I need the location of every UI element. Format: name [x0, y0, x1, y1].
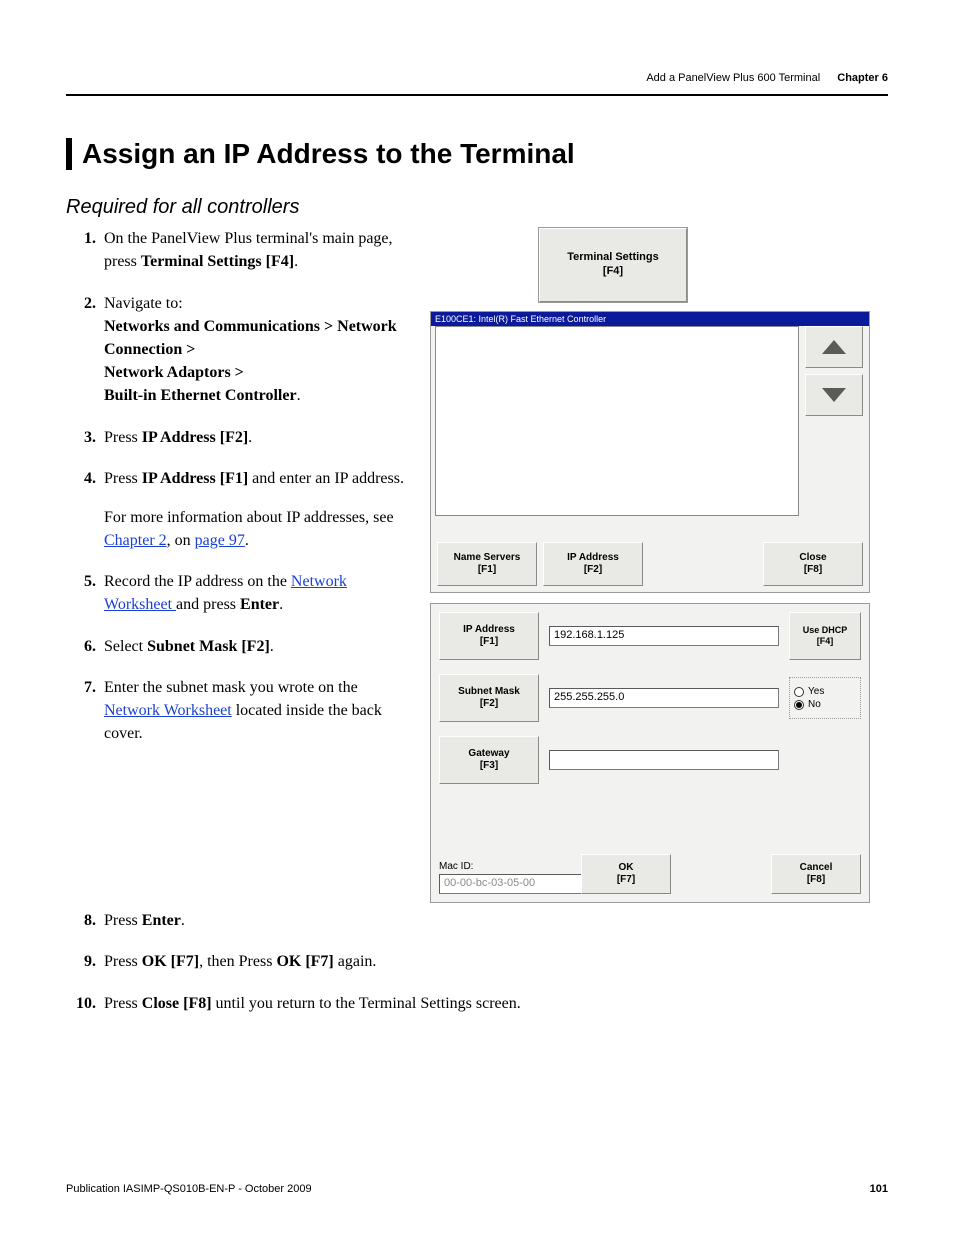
page-97-link[interactable]: page 97: [195, 532, 245, 549]
steps-list-continued: Press Enter. Press OK [F7], then Press O…: [66, 909, 888, 1015]
arrow-up-icon: [822, 340, 846, 354]
ip-address-f1-button[interactable]: IP Address[F1]: [439, 612, 539, 660]
step-4: Press IP Address [F1] and enter an IP ad…: [66, 467, 406, 553]
network-worksheet-link-2[interactable]: Network Worksheet: [104, 702, 232, 719]
page-title: Assign an IP Address to the Terminal: [82, 138, 575, 170]
cancel-f8-button[interactable]: Cancel[F8]: [771, 854, 861, 894]
chapter-2-link[interactable]: Chapter 2: [104, 532, 167, 549]
step-2: Navigate to: Networks and Communications…: [66, 292, 406, 408]
step-3: Press IP Address [F2].: [66, 426, 406, 449]
radio-checked-icon: [794, 700, 804, 710]
page-footer: Publication IASIMP-QS010B-EN-P - October…: [66, 1183, 888, 1195]
ok-f7-button[interactable]: OK[F7]: [581, 854, 671, 894]
arrow-down-icon: [822, 388, 846, 402]
step-1: On the PanelView Plus terminal's main pa…: [66, 227, 406, 273]
scroll-down-button[interactable]: [805, 374, 863, 416]
close-f8-button[interactable]: Close[F8]: [763, 542, 863, 586]
screenshots-column: Terminal Settings [F4] E100CE1: Intel(R)…: [430, 227, 888, 903]
publication-id: Publication IASIMP-QS010B-EN-P - October…: [66, 1183, 312, 1195]
subnet-mask-field[interactable]: 255.255.255.0: [549, 688, 779, 708]
step-8: Press Enter.: [66, 909, 888, 932]
dhcp-no-option[interactable]: No: [794, 699, 856, 710]
subnet-mask-button[interactable]: Subnet Mask[F2]: [439, 674, 539, 722]
mac-id-label: Mac ID:: [439, 861, 473, 872]
gateway-field[interactable]: [549, 750, 779, 770]
ip-address-f2-button[interactable]: IP Address[F2]: [543, 542, 643, 586]
page-number: 101: [870, 1183, 888, 1195]
heading-accent-bar: [66, 138, 72, 170]
ip-settings-screenshot: IP Address[F1] 192.168.1.125 Use DHCP[F4…: [430, 603, 870, 903]
use-dhcp-button[interactable]: Use DHCP[F4]: [789, 612, 861, 660]
step-10: Press Close [F8] until you return to the…: [66, 992, 888, 1015]
chapter-label: Chapter 6: [837, 72, 888, 84]
section-title: Add a PanelView Plus 600 Terminal: [646, 72, 820, 84]
radio-icon: [794, 687, 804, 697]
step-6: Select Subnet Mask [F2].: [66, 635, 406, 658]
network-adaptors-screenshot: E100CE1: Intel(R) Fast Ethernet Controll…: [430, 311, 870, 593]
name-servers-button[interactable]: Name Servers[F1]: [437, 542, 537, 586]
terminal-settings-button[interactable]: Terminal Settings [F4]: [539, 228, 687, 302]
step-9: Press OK [F7], then Press OK [F7] again.: [66, 950, 888, 973]
running-header: Add a PanelView Plus 600 Terminal Chapte…: [66, 72, 888, 96]
subheading: Required for all controllers: [66, 196, 888, 219]
step-7: Enter the subnet mask you wrote on the N…: [66, 676, 406, 746]
dhcp-yes-option[interactable]: Yes: [794, 686, 856, 697]
step-5: Record the IP address on the Network Wor…: [66, 570, 406, 616]
adaptors-listbox[interactable]: [435, 326, 799, 516]
steps-list: On the PanelView Plus terminal's main pa…: [66, 227, 406, 745]
scroll-up-button[interactable]: [805, 326, 863, 368]
dhcp-radio-group: Yes No: [789, 677, 861, 719]
ip-address-field[interactable]: 192.168.1.125: [549, 626, 779, 646]
terminal-settings-button-screenshot: Terminal Settings [F4]: [538, 227, 688, 303]
controller-titlebar: E100CE1: Intel(R) Fast Ethernet Controll…: [431, 312, 869, 326]
gateway-button[interactable]: Gateway[F3]: [439, 736, 539, 784]
